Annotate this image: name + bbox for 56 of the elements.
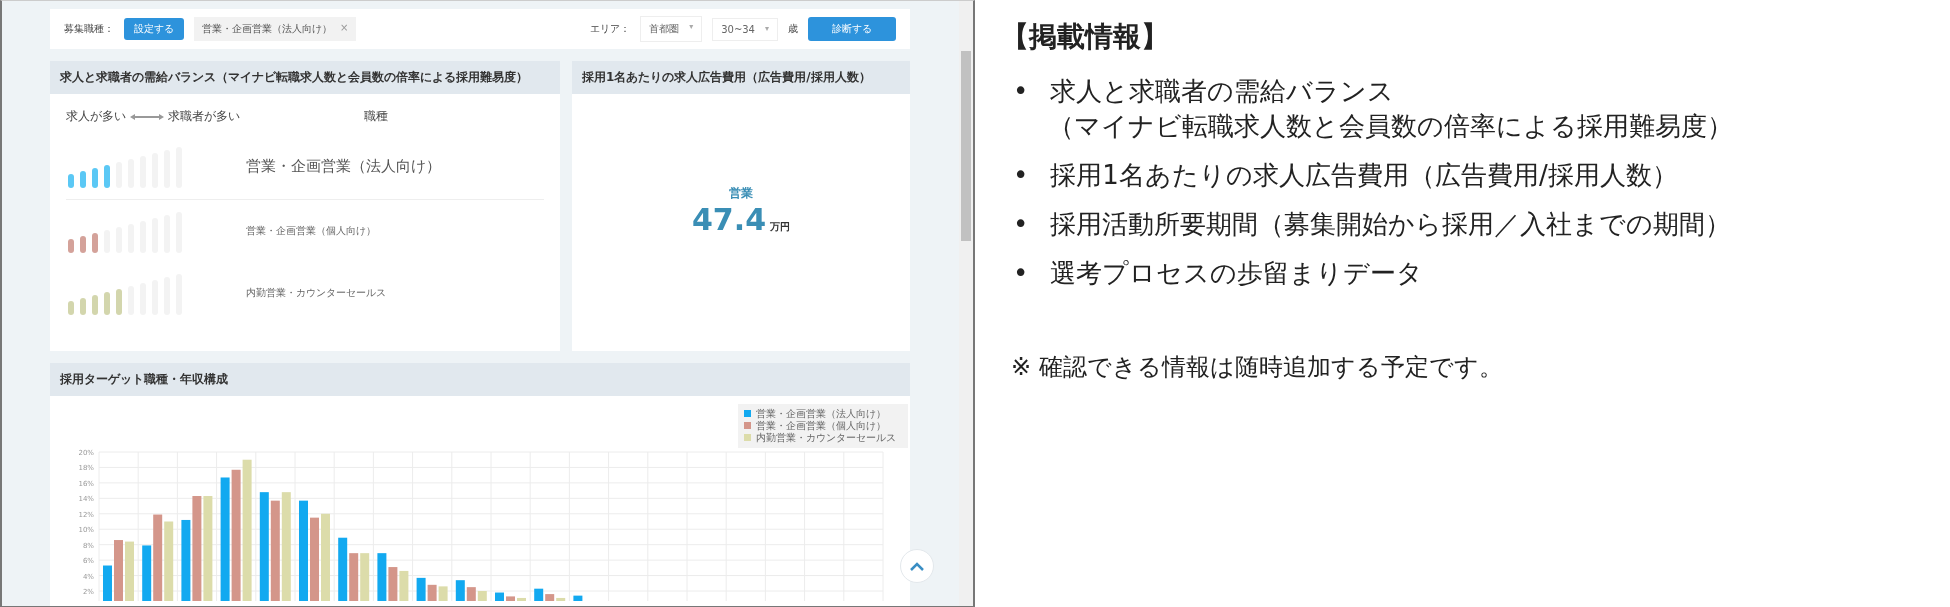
diagnose-button[interactable]: 診断する bbox=[808, 17, 896, 41]
panel-title: 求人と求職者の需給バランス（マイナビ転職求人数と会員数の倍率による採用難易度） bbox=[50, 61, 560, 94]
bar bbox=[506, 596, 515, 601]
remove-button[interactable]: × bbox=[340, 22, 349, 36]
bullet-mark: • bbox=[1013, 75, 1029, 108]
bullet-mark: • bbox=[1013, 257, 1029, 291]
tag-label: 営業・企画営業（法人向け） bbox=[202, 22, 332, 36]
job-name: 営業・企画営業（個人向け） bbox=[246, 224, 376, 238]
legend-label: 求職者が多い bbox=[168, 108, 240, 125]
cost-unit: 万円 bbox=[770, 219, 790, 234]
bar bbox=[427, 584, 437, 601]
bar bbox=[377, 553, 387, 601]
legend-label: 求人が多い bbox=[66, 108, 126, 125]
bullet-mark: • bbox=[1013, 159, 1029, 193]
job-name: 内勤営業・カウンターセールス bbox=[246, 286, 386, 300]
age-unit: 歳 bbox=[788, 22, 798, 36]
bar bbox=[438, 586, 448, 601]
info-heading: 【掲載情報】 bbox=[1001, 19, 1170, 55]
bar bbox=[125, 541, 134, 601]
area-select[interactable]: 首都圏 ▾ bbox=[640, 16, 703, 42]
category-label: 営業 bbox=[729, 184, 753, 202]
bar bbox=[399, 570, 409, 601]
cost-value: 47.4 bbox=[692, 201, 766, 237]
bar bbox=[114, 540, 123, 601]
job-name: 営業・企画営業（法人向け） bbox=[246, 156, 441, 176]
panel-title: 採用1名あたりの求人広告費用（広告費用/採用人数） bbox=[572, 61, 910, 94]
column-heading: 職種 bbox=[364, 108, 388, 125]
legend-label: 営業・企画営業（個人向け） bbox=[756, 420, 886, 431]
bar bbox=[338, 537, 348, 601]
scroll-top-button[interactable] bbox=[900, 549, 934, 583]
bar bbox=[360, 553, 370, 601]
area-label: エリア： bbox=[590, 22, 631, 36]
note-text: ※ 確認できる情報は随時追加する予定です。 bbox=[1011, 352, 1504, 384]
set-button[interactable]: 設定する bbox=[124, 18, 184, 40]
bar bbox=[477, 591, 487, 601]
job-label: 募集職種： bbox=[64, 22, 114, 36]
legend-label: 営業・企画営業（法人向け） bbox=[756, 408, 886, 419]
bullet-text: （マイナビ転職求人数と会員数の倍率による採用難易度） bbox=[1048, 110, 1734, 144]
double-arrow-icon bbox=[130, 112, 164, 121]
bullet-text: 採用1名あたりの求人広告費用（広告費用/採用人数） bbox=[1050, 159, 1678, 193]
bar bbox=[416, 577, 426, 601]
bar bbox=[388, 567, 398, 601]
scrollbar-thumb[interactable] bbox=[961, 51, 971, 241]
bar bbox=[495, 592, 504, 601]
bar bbox=[349, 553, 359, 601]
chevron-up-icon bbox=[910, 561, 924, 571]
bullet-text: 求人と求職者の需給バランス bbox=[1050, 75, 1396, 108]
bullet-text: 採用活動所要期間（募集開始から採用／入社までの期間） bbox=[1050, 208, 1732, 242]
legend-label: 内勤営業・カウンターセールス bbox=[756, 432, 896, 443]
bullet-text: 選考プロセスの歩留まりデータ bbox=[1050, 257, 1424, 291]
bar bbox=[573, 595, 583, 601]
bar bbox=[103, 565, 112, 601]
bullet-mark: • bbox=[1013, 208, 1029, 242]
bar bbox=[517, 597, 526, 601]
age-select[interactable]: 30~34 ▾ bbox=[712, 17, 778, 41]
panel-title: 採用ターゲット職種・年収構成 bbox=[50, 363, 910, 396]
